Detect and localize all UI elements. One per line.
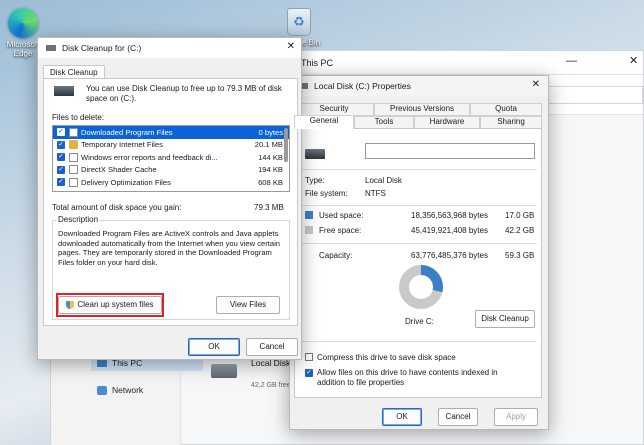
file-name: Temporary Internet Files [81,140,163,150]
files-list: ✓ Downloaded Program Files 0 bytes ✓ Tem… [52,125,290,192]
description-text: Downloaded Program Files are ActiveX con… [58,229,281,267]
disk-cleanup-icon [46,45,56,51]
index-label: Allow files on this drive to have conten… [317,368,498,387]
type-value: Local Disk [365,176,402,185]
files-to-delete-label: Files to delete: [52,113,105,122]
free-label: Free space: [319,226,362,235]
edge-logo-icon [8,8,38,38]
fs-label: File system: [305,189,348,198]
lock-icon [69,140,78,150]
properties-apply-button[interactable]: Apply [494,408,538,426]
used-gb: 17.0 GB [505,211,535,220]
drive-icon [54,86,74,96]
drive-tile[interactable]: Local Disk 42,2 GB free [211,356,301,396]
highlight-box [56,293,164,317]
view-files-button[interactable]: View Files [216,296,280,314]
drive-large-icon [305,149,325,159]
list-item[interactable]: ✓ Windows error reports and feedback di.… [53,151,289,164]
list-item[interactable]: ✓ Downloaded Program Files 0 bytes [53,126,289,139]
compress-checkbox[interactable] [305,353,313,361]
description-label: Description [56,215,101,224]
tab-disk-cleanup[interactable]: Disk Cleanup [43,65,105,78]
type-label: Type: [305,176,325,185]
file-icon [69,152,78,162]
free-gb: 42.2 GB [505,226,535,235]
drive-letter-label: Drive C: [405,317,434,326]
close-icon[interactable]: ✕ [629,54,638,67]
list-item[interactable]: ✓ DirectX Shader Cache 194 KB [53,164,289,177]
recycle-bin-icon: ♻ [287,8,311,36]
list-item[interactable]: ✓ Temporary Internet Files 20.1 MB [53,139,289,152]
file-size: 194 KB [258,165,283,175]
explorer-title: This PC [301,58,334,68]
file-icon [69,127,78,137]
cleanup-intro: You can use Disk Cleanup to free up to 7… [86,84,282,103]
minimize-icon[interactable]: — [566,55,577,67]
checkbox-icon[interactable]: ✓ [57,178,65,187]
file-name: Downloaded Program Files [81,127,173,137]
cleanup-title: Disk Cleanup for (C:) [62,43,142,53]
disk-cleanup-dialog: Disk Cleanup for (C:) ✕ Disk Cleanup You… [37,37,302,360]
index-checkbox[interactable]: ✓ [305,369,313,377]
computer-icon [97,359,107,367]
used-label: Used space: [319,211,364,220]
free-swatch [305,226,313,234]
used-bytes: 18,356,563,968 bytes [411,211,488,220]
general-panel: Type: Local Disk File system: NTFS Used … [294,128,542,398]
checkbox-icon[interactable]: ✓ [57,128,65,137]
file-name: Windows error reports and feedback di... [81,152,218,162]
disk-usage-donut [399,265,443,309]
disk-cleanup-button[interactable]: Disk Cleanup [475,310,535,328]
total-value: 79.3 MB [254,203,284,212]
tab-previous-versions[interactable]: Previous Versions [374,103,470,116]
properties-title: Local Disk (C:) Properties [314,81,411,91]
network-icon [97,385,107,395]
tab-general[interactable]: General [294,115,354,129]
checkbox-icon[interactable]: ✓ [57,165,65,174]
used-swatch [305,211,313,219]
close-icon[interactable]: ✕ [532,79,540,90]
nav-item-network[interactable]: Network [91,385,143,395]
close-icon[interactable]: ✕ [287,41,295,52]
drive-free: 42,2 GB free [251,382,291,389]
cleanup-titlebar: Disk Cleanup for (C:) ✕ [38,38,301,58]
free-bytes: 45,419,921,408 bytes [411,226,488,235]
cleanup-panel: You can use Disk Cleanup to free up to 7… [43,78,298,326]
properties-dialog: Local Disk (C:) Properties ✕ Security Pr… [289,75,549,430]
drive-icon [211,364,237,378]
list-item[interactable]: ✓ Delivery Optimization Files 608 KB [53,176,289,189]
checkbox-icon[interactable]: ✓ [57,153,65,162]
file-icon [69,165,78,175]
properties-ok-button[interactable]: OK [382,408,422,426]
capacity-gb: 59.3 GB [505,251,535,260]
file-name: DirectX Shader Cache [81,165,157,175]
nav-item-label: Network [112,385,144,395]
fs-value: NTFS [365,189,386,198]
file-name: Delivery Optimization Files [81,177,171,187]
total-label: Total amount of disk space you gain: [52,203,182,212]
search-box[interactable] [539,86,643,104]
cleanup-ok-button[interactable]: OK [188,338,240,356]
capacity-label: Capacity: [319,251,353,260]
tab-quota[interactable]: Quota [470,103,542,116]
checkbox-icon[interactable]: ✓ [57,140,65,149]
properties-cancel-button[interactable]: Cancel [438,408,478,426]
compress-label: Compress this drive to save disk space [317,353,456,362]
capacity-bytes: 63,776,485,376 bytes [411,251,488,260]
file-icon [69,177,78,187]
drive-name-input[interactable] [365,143,535,159]
file-size: 608 KB [258,177,283,187]
list-scrollbar[interactable] [284,128,288,162]
cleanup-cancel-button[interactable]: Cancel [246,338,298,356]
properties-titlebar: Local Disk (C:) Properties ✕ [290,76,548,96]
